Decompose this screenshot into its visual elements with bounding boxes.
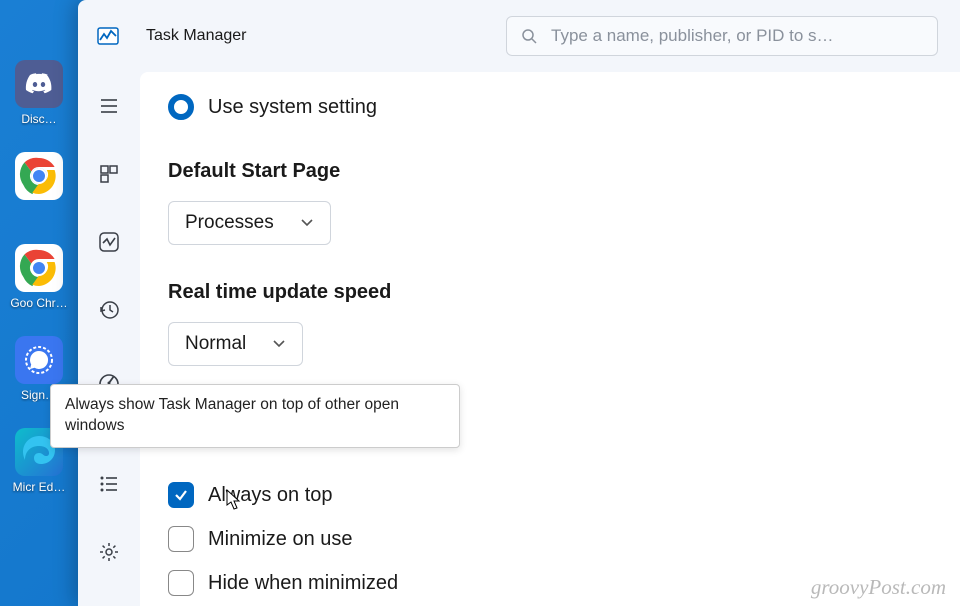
performance-icon — [98, 231, 120, 253]
desktop-icon-google-chrome[interactable]: Goo Chr… — [8, 244, 70, 324]
checkbox-unchecked[interactable] — [168, 570, 194, 596]
update-speed-heading: Real time update speed — [168, 281, 932, 304]
chrome-icon — [15, 152, 63, 200]
watermark: groovyPost.com — [811, 575, 946, 600]
chevron-down-icon — [300, 218, 314, 228]
app-title: Task Manager — [146, 27, 247, 45]
titlebar: Task Manager — [78, 0, 960, 72]
dropdown-value: Processes — [185, 212, 274, 234]
signal-icon — [15, 336, 63, 384]
checkbox-label: Hide when minimized — [208, 572, 398, 595]
desktop-icon-label: Disc… — [8, 112, 70, 126]
radio-label: Use system setting — [208, 96, 377, 119]
chrome-icon — [15, 244, 63, 292]
desktop-icon-label: Goo Chr… — [8, 296, 70, 310]
grid-icon — [99, 164, 119, 184]
always-on-top-row[interactable]: Always on top — [168, 482, 932, 508]
sidebar — [78, 72, 140, 606]
sidebar-app-history[interactable] — [85, 286, 133, 334]
start-page-heading: Default Start Page — [168, 160, 932, 183]
task-manager-window: Task Manager — [78, 0, 960, 606]
history-icon — [98, 299, 120, 321]
gear-icon — [98, 541, 120, 563]
checkbox-label: Minimize on use — [208, 528, 353, 551]
radio-selected-icon — [168, 94, 194, 120]
start-page-dropdown[interactable]: Processes — [168, 201, 331, 245]
hamburger-icon — [99, 96, 119, 116]
check-icon — [173, 487, 189, 503]
theme-radio-row[interactable]: Use system setting — [168, 94, 932, 120]
checkbox-unchecked[interactable] — [168, 526, 194, 552]
desktop-icon-discord[interactable]: Disc… — [8, 60, 70, 140]
settings-panel: Use system setting Default Start Page Pr… — [140, 72, 960, 606]
app-icon — [94, 22, 122, 50]
desktop-icon-label: Micr Ed… — [8, 480, 70, 494]
chevron-down-icon — [272, 339, 286, 349]
tooltip: Always show Task Manager on top of other… — [50, 384, 460, 448]
search-icon — [521, 28, 537, 44]
dropdown-value: Normal — [185, 333, 246, 355]
list-icon — [99, 475, 119, 493]
search-input[interactable] — [551, 26, 923, 46]
checkbox-checked[interactable] — [168, 482, 194, 508]
sidebar-details[interactable] — [85, 460, 133, 508]
minimize-on-use-row[interactable]: Minimize on use — [168, 526, 932, 552]
search-box[interactable] — [506, 16, 938, 56]
desktop: Disc… Goo Chr… Sign… Micr Ed… — [0, 0, 78, 606]
sidebar-hamburger[interactable] — [85, 82, 133, 130]
discord-icon — [15, 60, 63, 108]
sidebar-settings[interactable] — [85, 528, 133, 576]
update-speed-dropdown[interactable]: Normal — [168, 322, 303, 366]
sidebar-processes[interactable] — [85, 150, 133, 198]
mouse-cursor-icon — [226, 489, 244, 511]
sidebar-performance[interactable] — [85, 218, 133, 266]
desktop-icon-chrome[interactable] — [8, 152, 70, 232]
